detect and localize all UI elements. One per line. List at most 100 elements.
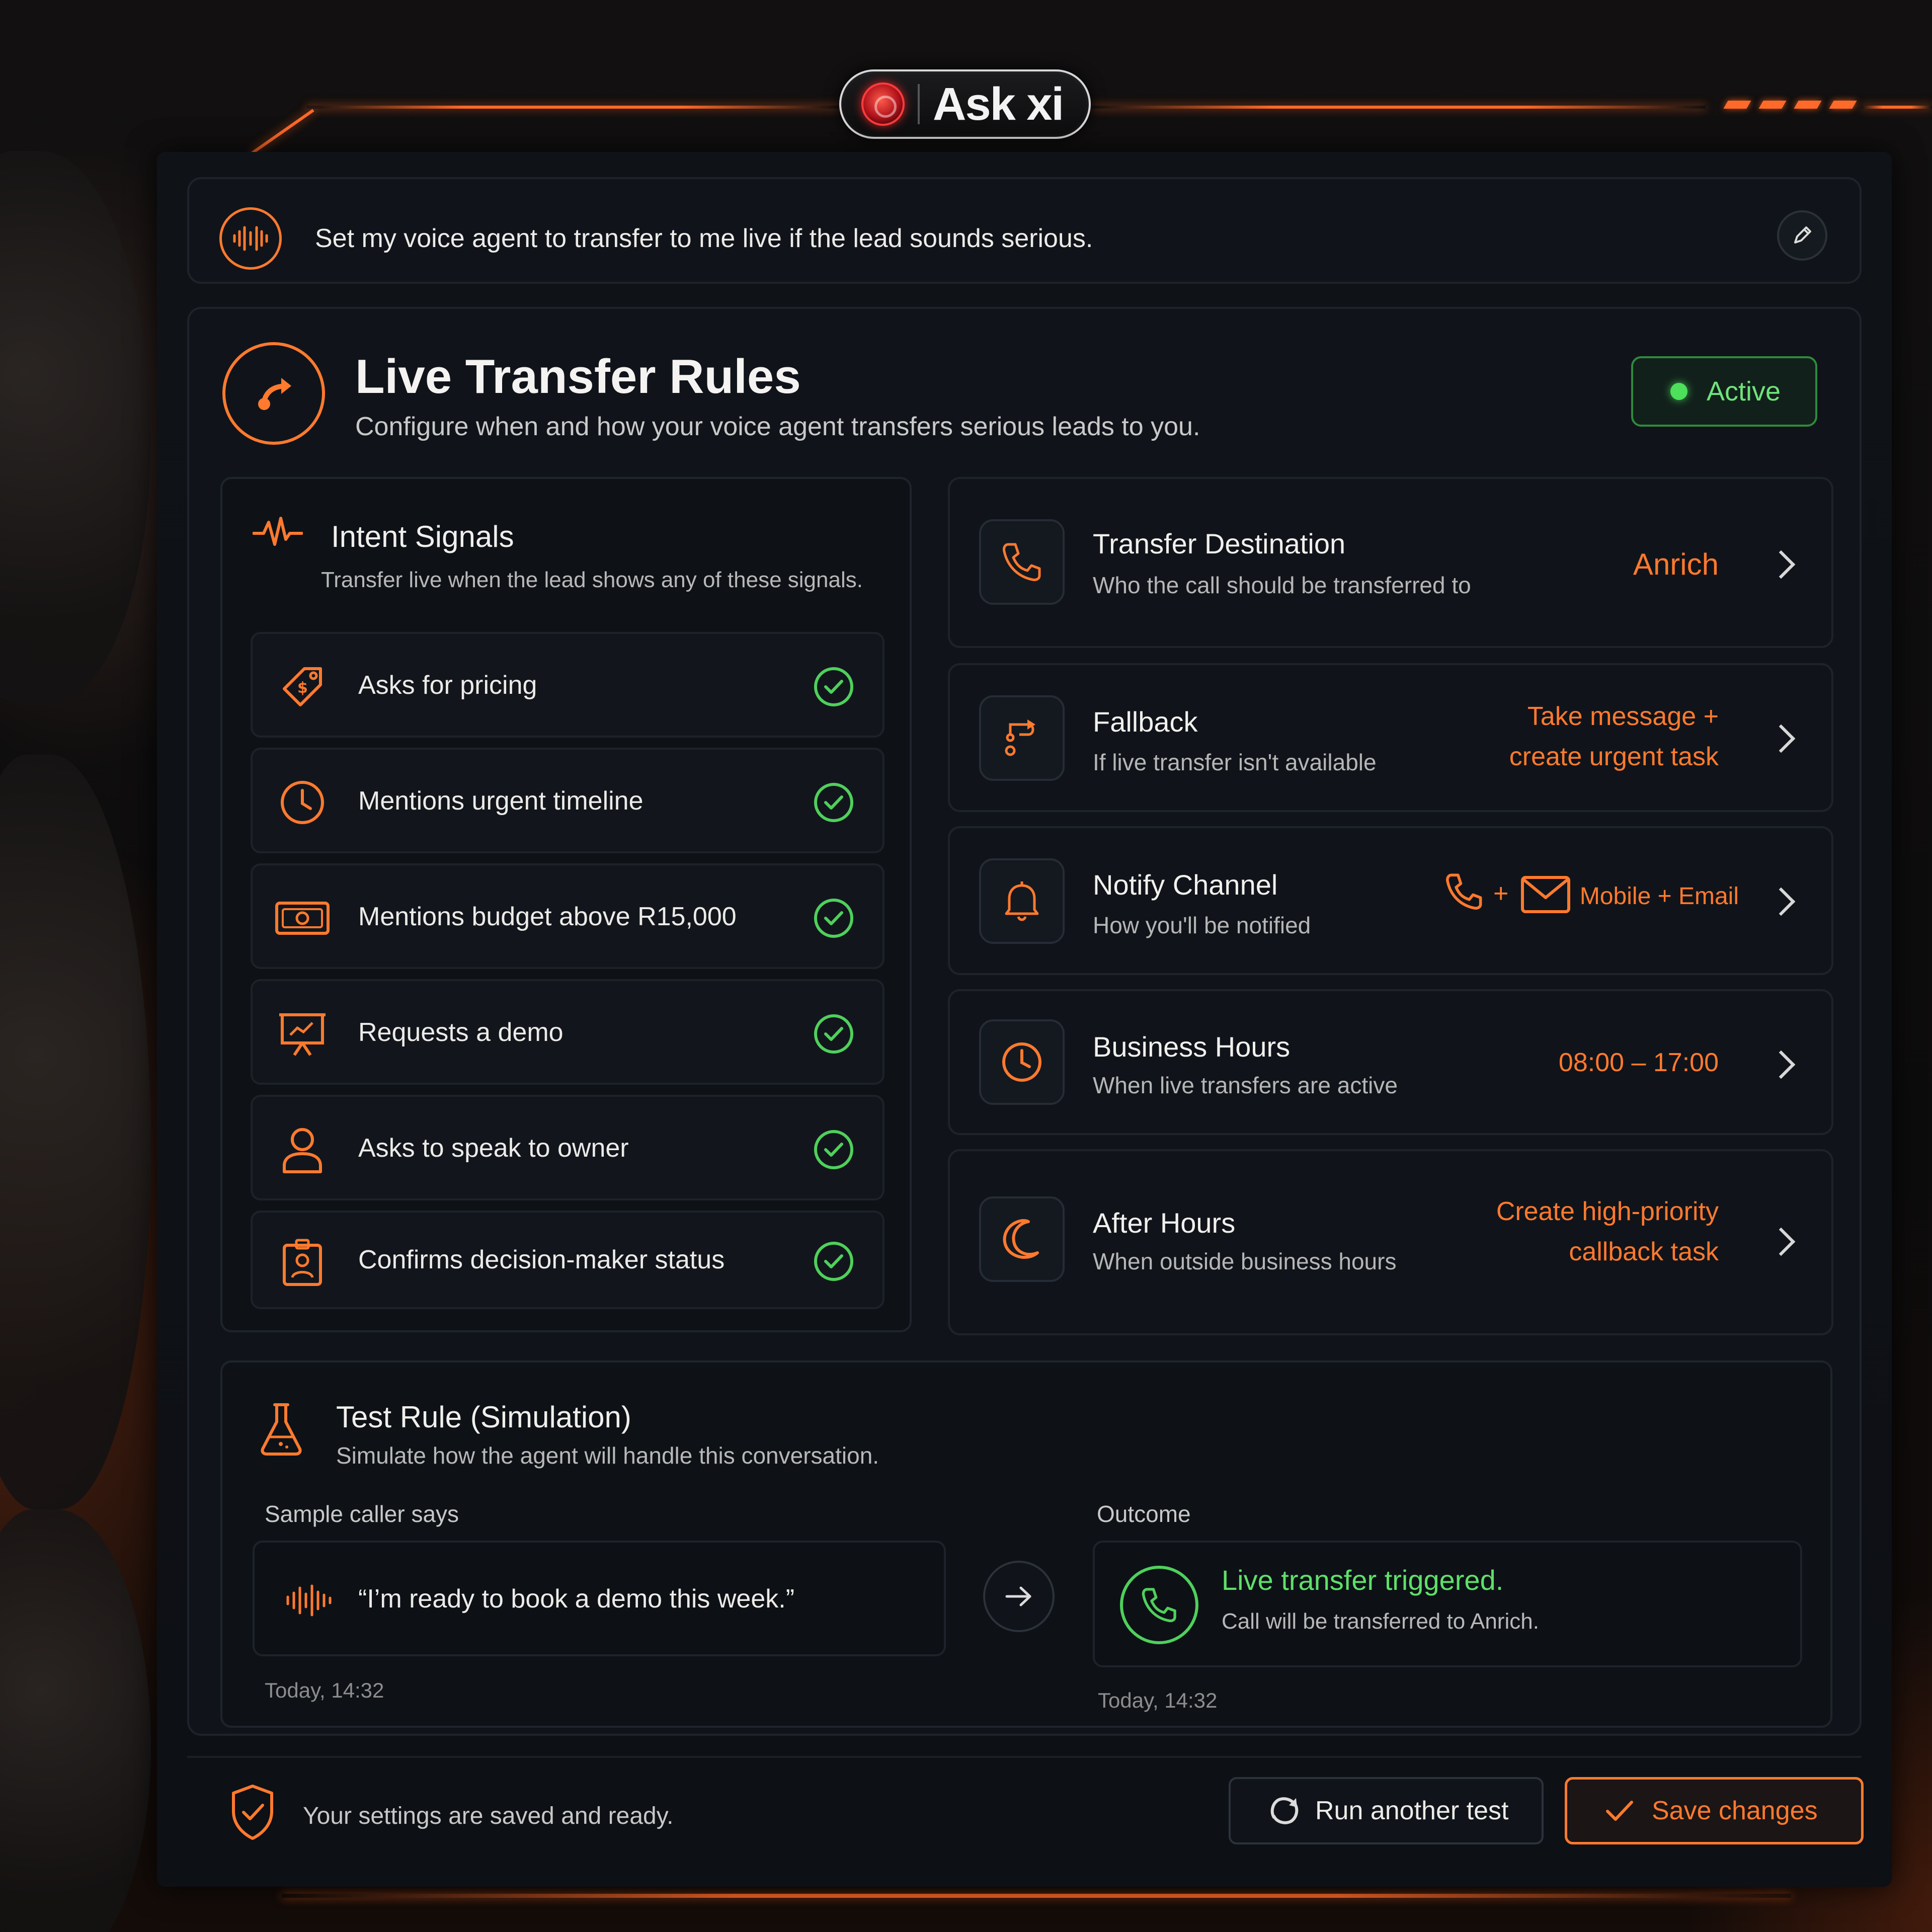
divider bbox=[918, 84, 920, 124]
pulse-icon bbox=[252, 515, 303, 553]
rule-subtitle: If live transfer isn't available bbox=[1093, 749, 1377, 775]
clock-icon bbox=[979, 1019, 1065, 1105]
frame-line bbox=[307, 106, 840, 109]
check-icon[interactable] bbox=[814, 667, 853, 706]
plus-separator: + bbox=[1493, 879, 1509, 908]
frame-dash bbox=[1794, 101, 1822, 109]
outcome-timestamp: Today, 14:32 bbox=[1098, 1688, 1218, 1712]
ask-xi-badge[interactable]: Ask xi bbox=[839, 69, 1091, 139]
bell-icon bbox=[979, 858, 1065, 944]
rule-title: Fallback bbox=[1093, 706, 1198, 738]
signal-label: Mentions budget above R15,000 bbox=[358, 902, 737, 931]
sample-quote-box[interactable]: “I’m ready to book a demo this week.” bbox=[253, 1541, 946, 1656]
rule-value-line-2: create urgent task bbox=[1509, 742, 1719, 771]
prompt-text: Set my voice agent to transfer to me liv… bbox=[315, 224, 1093, 253]
simulate-arrow-button[interactable] bbox=[983, 1561, 1055, 1632]
route-icon bbox=[979, 695, 1065, 781]
frame-dash bbox=[1758, 101, 1787, 109]
rule-value-line-1: Create high-priority bbox=[1496, 1197, 1719, 1226]
rule-business-hours[interactable]: Business Hours When live transfers are a… bbox=[948, 989, 1833, 1135]
arrow-right-icon bbox=[1005, 1586, 1031, 1606]
signal-row-decision-maker[interactable]: Confirms decision-maker status bbox=[251, 1211, 884, 1309]
signal-row-owner[interactable]: Asks to speak to owner bbox=[251, 1095, 884, 1200]
clock-icon bbox=[275, 775, 330, 830]
live-transfer-card: Live Transfer Rules Configure when and h… bbox=[187, 307, 1862, 1736]
check-icon[interactable] bbox=[814, 1130, 853, 1169]
signal-label: Asks for pricing bbox=[358, 671, 537, 700]
signal-row-urgent[interactable]: Mentions urgent timeline bbox=[251, 748, 884, 853]
check-icon[interactable] bbox=[814, 899, 853, 938]
chevron-right-icon bbox=[1766, 1050, 1796, 1079]
rules-column: Transfer Destination Who the call should… bbox=[948, 477, 1833, 1335]
transfer-arrow-icon bbox=[222, 342, 325, 445]
brand-name: Ask xi bbox=[933, 78, 1064, 130]
signal-row-pricing[interactable]: $ Asks for pricing bbox=[251, 632, 884, 738]
status-label: Active bbox=[1707, 376, 1781, 407]
rule-notify-channel[interactable]: Notify Channel How you'll be notified + … bbox=[948, 826, 1833, 975]
divider bbox=[187, 1756, 1862, 1758]
run-another-test-button[interactable]: Run another test bbox=[1229, 1777, 1544, 1844]
rule-value: Mobile + Email bbox=[1579, 883, 1739, 910]
sample-label: Sample caller says bbox=[265, 1501, 459, 1527]
frame-dash bbox=[1723, 101, 1751, 109]
flask-icon bbox=[259, 1401, 304, 1459]
test-title: Test Rule (Simulation) bbox=[336, 1400, 631, 1434]
chevron-right-icon bbox=[1766, 550, 1796, 579]
rule-title: Business Hours bbox=[1093, 1031, 1291, 1063]
refresh-icon bbox=[1270, 1797, 1299, 1824]
rule-after-hours[interactable]: After Hours When outside business hours … bbox=[948, 1149, 1833, 1335]
rule-subtitle: Who the call should be transferred to bbox=[1093, 572, 1471, 598]
edit-prompt-button[interactable] bbox=[1777, 210, 1827, 261]
signal-row-budget[interactable]: Mentions budget above R15,000 bbox=[251, 863, 884, 969]
save-changes-label: Save changes bbox=[1652, 1796, 1818, 1825]
signal-label: Confirms decision-maker status bbox=[358, 1245, 725, 1274]
frame-line bbox=[282, 1894, 1791, 1898]
price-tag-icon: $ bbox=[275, 659, 330, 714]
rule-subtitle: When live transfers are active bbox=[1093, 1072, 1398, 1098]
test-subtitle: Simulate how the agent will handle this … bbox=[336, 1442, 879, 1469]
rule-title: Notify Channel bbox=[1093, 869, 1278, 901]
rule-transfer-destination[interactable]: Transfer Destination Who the call should… bbox=[948, 477, 1833, 648]
page-title: Live Transfer Rules bbox=[355, 350, 801, 404]
voice-wave-icon bbox=[219, 207, 282, 270]
intent-signals-panel: Intent Signals Transfer live when the le… bbox=[220, 477, 912, 1332]
intent-signals-title: Intent Signals bbox=[331, 520, 514, 553]
save-changes-button[interactable]: Save changes bbox=[1565, 1777, 1864, 1844]
signal-label: Mentions urgent timeline bbox=[358, 786, 643, 816]
rule-fallback[interactable]: Fallback If live transfer isn't availabl… bbox=[948, 663, 1833, 812]
phone-success-icon bbox=[1120, 1566, 1198, 1644]
presentation-icon bbox=[275, 1006, 330, 1062]
test-rule-panel: Test Rule (Simulation) Simulate how the … bbox=[220, 1360, 1832, 1728]
prompt-bar: Set my voice agent to transfer to me liv… bbox=[187, 177, 1862, 284]
chevron-right-icon bbox=[1766, 1227, 1796, 1256]
rule-subtitle: When outside business hours bbox=[1093, 1248, 1397, 1274]
frame-dash bbox=[1829, 101, 1857, 109]
moon-icon bbox=[979, 1196, 1065, 1282]
check-icon[interactable] bbox=[814, 1014, 853, 1054]
signal-label: Asks to speak to owner bbox=[358, 1134, 629, 1163]
outcome-title: Live transfer triggered. bbox=[1222, 1564, 1504, 1596]
sample-timestamp: Today, 14:32 bbox=[265, 1678, 384, 1702]
rule-title: Transfer Destination bbox=[1093, 528, 1346, 559]
chevron-right-icon bbox=[1766, 724, 1796, 753]
frame-line bbox=[1092, 106, 1706, 109]
xi-logo-icon bbox=[861, 83, 905, 126]
id-badge-icon bbox=[275, 1235, 330, 1290]
rule-value-line-1: Take message + bbox=[1527, 702, 1719, 731]
chevron-right-icon bbox=[1766, 887, 1796, 916]
footer-bar: Your settings are saved and ready. Run a… bbox=[187, 1756, 1864, 1857]
outcome-label: Outcome bbox=[1097, 1501, 1191, 1527]
pencil-icon bbox=[1794, 226, 1811, 244]
check-icon[interactable] bbox=[814, 783, 853, 822]
svg-text:$: $ bbox=[297, 679, 308, 697]
sample-quote: “I’m ready to book a demo this week.” bbox=[358, 1584, 795, 1614]
phone-icon bbox=[979, 519, 1065, 605]
check-icon[interactable] bbox=[814, 1242, 853, 1281]
rule-value-line-2: callback task bbox=[1569, 1237, 1719, 1266]
outcome-subtitle: Call will be transferred to Anrich. bbox=[1222, 1609, 1539, 1634]
rule-title: After Hours bbox=[1093, 1207, 1236, 1239]
status-badge[interactable]: Active bbox=[1631, 356, 1817, 427]
signal-row-demo[interactable]: Requests a demo bbox=[251, 979, 884, 1085]
money-icon bbox=[275, 891, 330, 946]
intent-signals-subtitle: Transfer live when the lead shows any of… bbox=[321, 568, 863, 592]
